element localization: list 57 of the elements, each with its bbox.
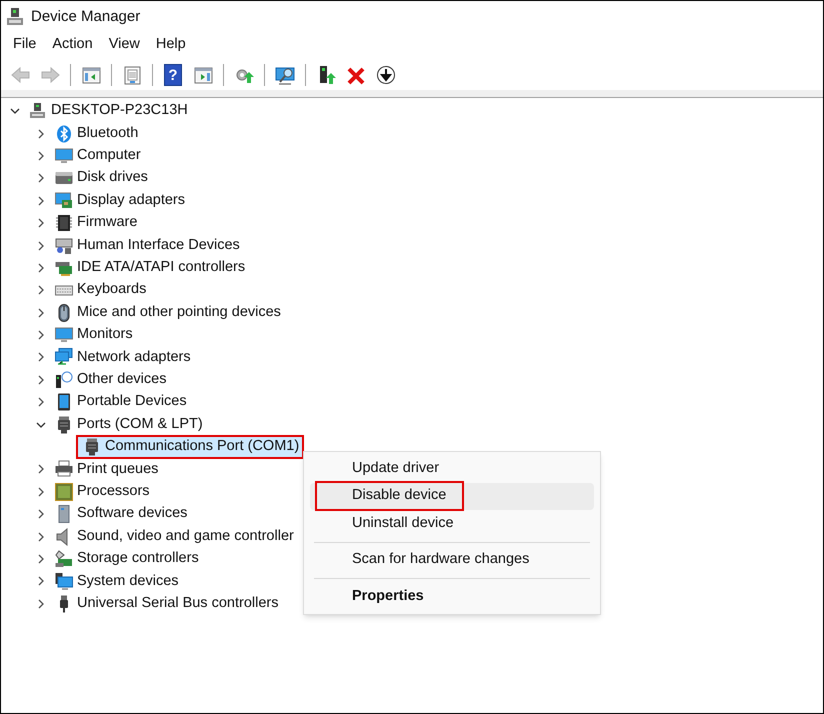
menu-item[interactable]: Uninstall device: [310, 510, 594, 538]
monitor-icon: [55, 146, 73, 165]
network-icon: [55, 348, 73, 366]
tree-item[interactable]: DESKTOP-P23C13H: [51, 100, 188, 122]
monitor-icon: [55, 326, 73, 344]
close-icon[interactable]: [346, 64, 366, 86]
menu-item[interactable]: Update driver: [310, 455, 594, 482]
tree-item[interactable]: Computer: [77, 145, 141, 167]
menu-item[interactable]: File: [5, 34, 44, 56]
tree-item-highlight[interactable]: Communications Port (COM1): [77, 436, 304, 458]
bluetooth-icon: [55, 124, 73, 143]
printer-icon: [55, 460, 73, 478]
tree-item[interactable]: Keyboards: [77, 279, 146, 302]
device-manager-icon: [5, 7, 25, 27]
processor-icon: [55, 482, 73, 501]
tree-item[interactable]: Storage controllers: [77, 548, 199, 570]
tree-item[interactable]: Universal Serial Bus controllers: [77, 592, 278, 615]
system-window-icon: [55, 572, 73, 590]
tree-item[interactable]: Firmware: [77, 212, 138, 234]
tree-item[interactable]: Software devices: [77, 503, 188, 526]
tree-item[interactable]: Network adapters: [77, 346, 191, 368]
device-question-icon: [55, 370, 73, 389]
monitor-magnifier-icon[interactable]: [274, 64, 296, 86]
storage-controller-icon: [55, 550, 73, 568]
tree-item[interactable]: Bluetooth: [77, 122, 138, 144]
serial-port-icon: [83, 438, 101, 456]
menu-item[interactable]: Action: [44, 34, 101, 56]
menu-item[interactable]: View: [100, 34, 148, 56]
download-circle-icon[interactable]: [376, 64, 396, 86]
tree-item[interactable]: System devices: [77, 570, 179, 592]
tree-item[interactable]: Monitors: [77, 324, 133, 346]
display-card-icon: [55, 192, 73, 210]
panel-icon[interactable]: [80, 64, 102, 86]
window-title: Device Manager: [31, 6, 140, 27]
tablet-icon: [55, 393, 73, 412]
tree-item[interactable]: Portable Devices: [77, 391, 187, 414]
menu-item[interactable]: Scan for hardware changes: [310, 546, 594, 574]
tree-item[interactable]: Mice and other pointing devices: [77, 302, 281, 324]
serial-port-icon: [55, 416, 73, 434]
tree-item[interactable]: Display adapters: [77, 190, 185, 212]
menu-item[interactable]: Help: [148, 34, 194, 56]
tree-item[interactable]: Ports (COM & LPT): [77, 414, 203, 436]
chip-icon: [55, 214, 73, 232]
tree-item[interactable]: IDE ATA/ATAPI controllers: [77, 257, 246, 279]
document-window-icon[interactable]: [122, 64, 142, 86]
tree-item[interactable]: Disk drives: [77, 167, 148, 190]
keyboard-joystick-icon: [55, 236, 73, 255]
tree-item[interactable]: Other devices: [77, 369, 166, 391]
menu-item[interactable]: Disable device: [310, 482, 594, 510]
tree-item[interactable]: Human Interface Devices: [77, 234, 240, 256]
help-button[interactable]: ?: [164, 64, 182, 86]
computer-icon: [29, 102, 47, 120]
menu-item[interactable]: Properties: [310, 583, 594, 610]
tree-item[interactable]: Processors: [77, 480, 150, 503]
tree-item[interactable]: Sound, video and game controller: [77, 526, 294, 548]
panel-icon[interactable]: [192, 64, 214, 86]
tree-item[interactable]: Print queues: [77, 458, 158, 480]
